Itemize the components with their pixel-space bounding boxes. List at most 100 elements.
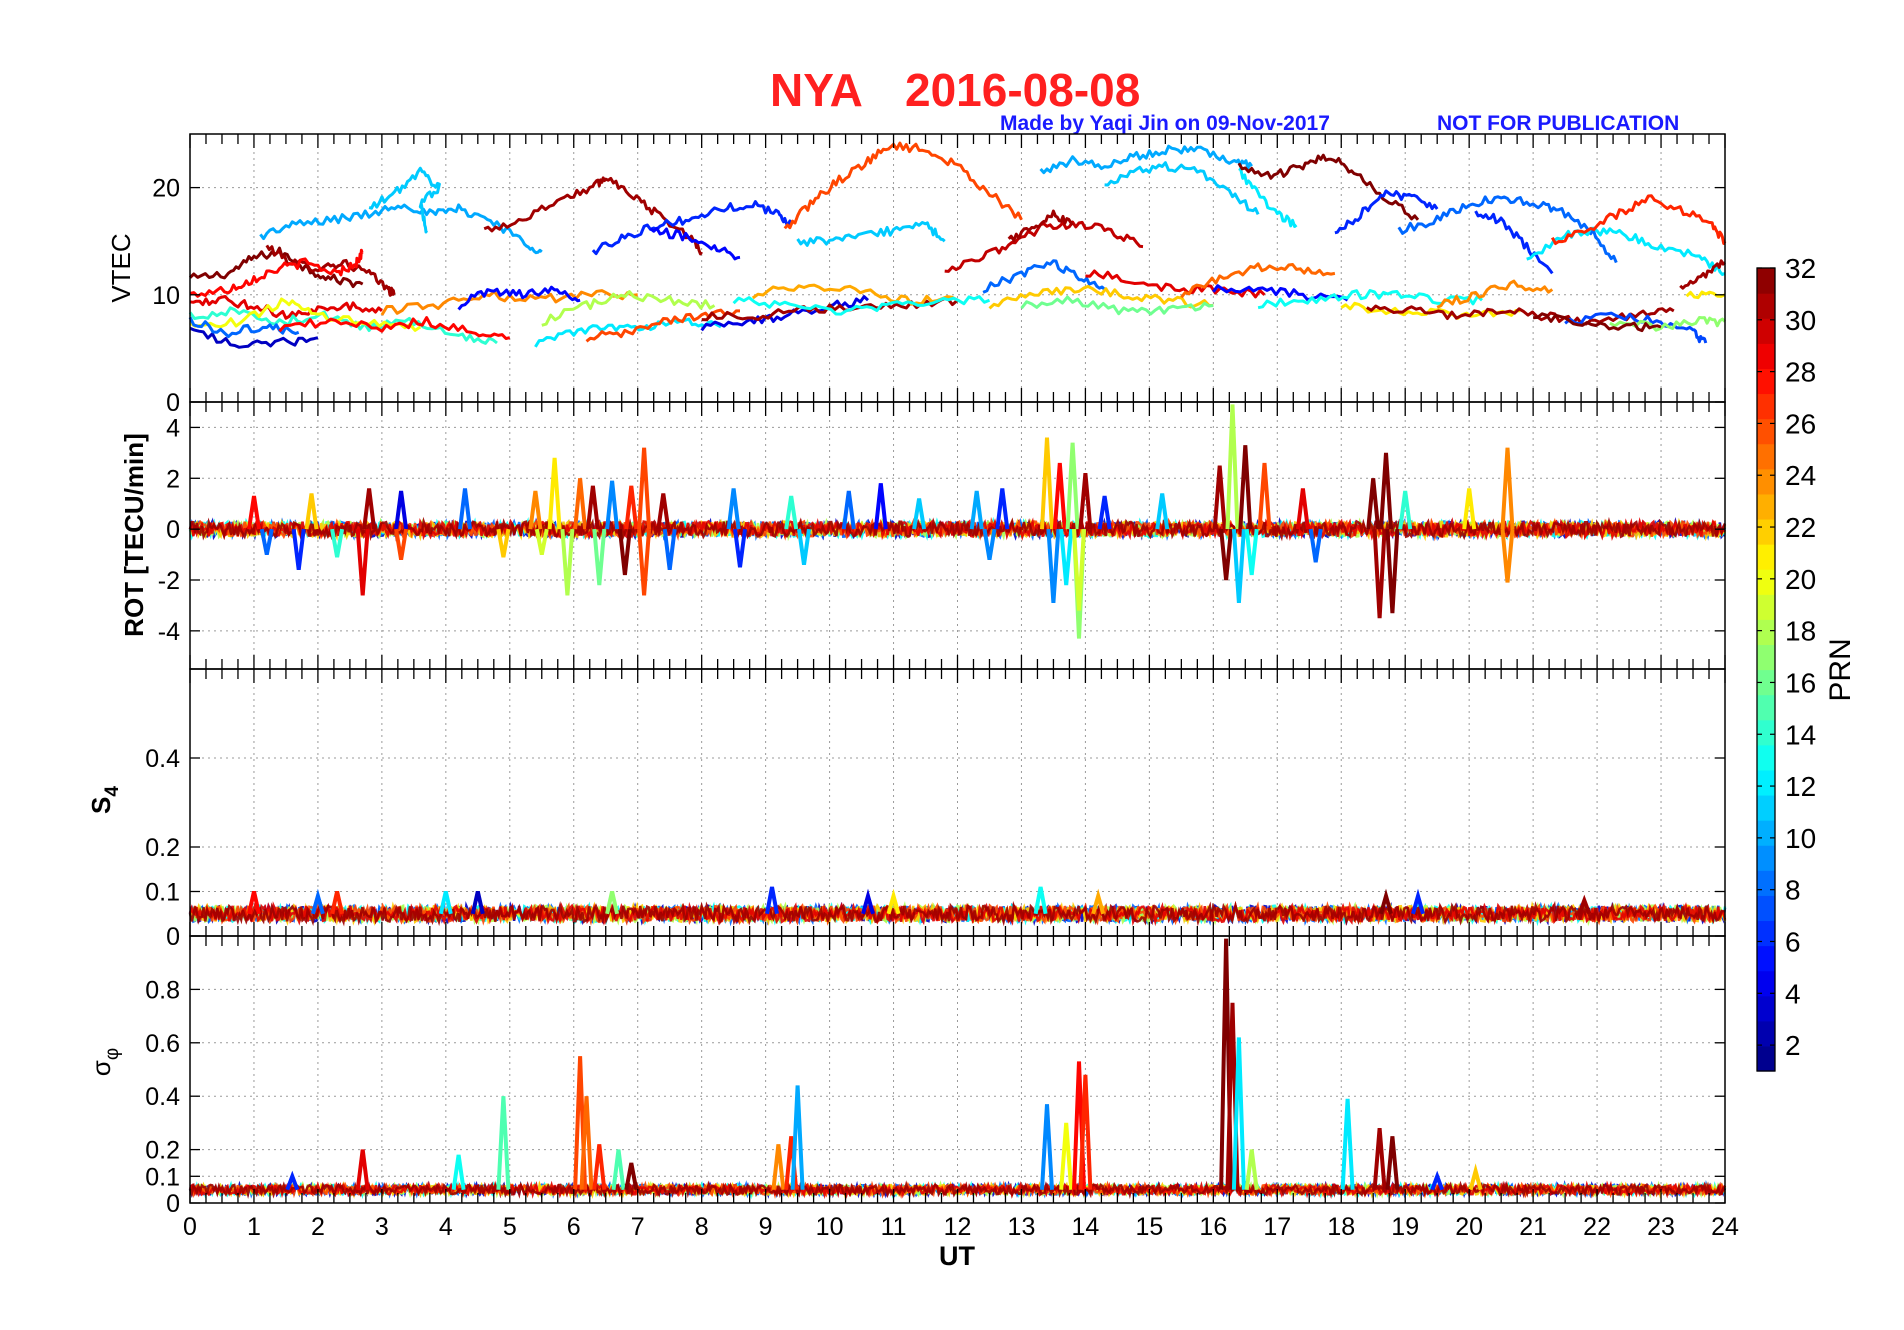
y-tick-label: 0.4	[145, 1083, 180, 1111]
spike-prn9	[1040, 1104, 1054, 1190]
y-tick-label: 0.4	[145, 745, 180, 773]
x-tick-label: 2	[311, 1213, 325, 1241]
colorbar-tick-label: 20	[1785, 564, 1816, 595]
colorbar-segment	[1757, 820, 1775, 846]
colorbar-tick-label: 24	[1785, 460, 1816, 491]
sigma-phi-panel: 00.10.2 0.4 0.6 0.8 σφ	[86, 935, 1727, 1218]
colorbar-segment	[1757, 870, 1775, 896]
colorbar-tick-label: 2	[1785, 1030, 1801, 1061]
sigma_phi-y-label-main: σ	[86, 1060, 116, 1076]
spike-prn18	[1225, 404, 1240, 530]
spike-prn26	[1257, 462, 1272, 530]
x-tick-label: 13	[1008, 1213, 1036, 1241]
y-tick-label: 0.8	[145, 976, 180, 1004]
x-tick-label: 24	[1711, 1213, 1739, 1241]
spike-prn11	[1231, 528, 1246, 604]
vtec-series-prn6	[591, 200, 793, 256]
s4-y-label: S4	[86, 786, 123, 814]
colorbar-segment	[1757, 443, 1775, 470]
colorbar-segment	[1757, 368, 1775, 395]
x-tick-label: 14	[1072, 1213, 1100, 1241]
colorbar-tick-label: 8	[1785, 875, 1801, 906]
x-tick-label: 11	[881, 1213, 907, 1241]
spike-prn31	[1372, 528, 1387, 619]
x-tick-label: 1	[247, 1213, 261, 1241]
x-tick-label: 9	[759, 1213, 773, 1241]
vtec-series-prn31	[1679, 259, 1726, 290]
credit-notice: NOT FOR PUBLICATION	[1437, 112, 1679, 135]
colorbar-segment	[1757, 518, 1775, 545]
colorbar-segment	[1757, 619, 1775, 646]
spike-prn31	[1078, 473, 1093, 530]
spike-prn9	[1046, 528, 1061, 604]
colorbar-segment	[1757, 744, 1775, 771]
spike-prn31	[1212, 465, 1227, 530]
x-tick-label: 20	[1455, 1213, 1483, 1241]
x-axis-label: UT	[939, 1241, 975, 1271]
colorbar-segment	[1757, 1020, 1775, 1047]
colorbar-segment	[1757, 1045, 1775, 1072]
spike-prn26	[637, 447, 652, 530]
colorbar-tick-label: 26	[1785, 408, 1816, 439]
vtec-series-prn11	[1104, 161, 1260, 216]
x-tick-label: 6	[567, 1213, 581, 1241]
spike-prn17	[1065, 442, 1080, 530]
y-tick-label: 0.2	[145, 1137, 180, 1165]
y-tick-label: 0.1	[145, 879, 180, 907]
colorbar-tick-label: 30	[1785, 305, 1816, 336]
credit-author: Made by Yaqi Jin on 09-Nov-2017	[1000, 112, 1330, 135]
y-tick-label: 0	[166, 516, 180, 544]
vtec-series-prn6	[1474, 210, 1554, 275]
x-tick-label: 12	[944, 1213, 972, 1241]
sigma_phi-y-label: σφ	[86, 1048, 123, 1076]
spike-prn32	[1238, 445, 1253, 530]
spike-prn32	[1379, 452, 1393, 530]
y-tick-label: 2	[166, 465, 180, 493]
rot-y-label: ROT [TECU/min]	[119, 433, 149, 637]
x-tick-label: 22	[1583, 1213, 1611, 1241]
y-tick-label: 0	[166, 389, 180, 417]
colorbar-tick-label: 10	[1785, 823, 1816, 854]
colorbar-tick-label: 16	[1785, 667, 1816, 698]
colorbar-tick-label: 4	[1785, 978, 1801, 1009]
x-tick-label: 19	[1391, 1213, 1419, 1241]
colorbar-segment	[1757, 293, 1775, 319]
colorbar-segment	[1757, 995, 1775, 1022]
colorbar-tick-label: 18	[1785, 616, 1816, 647]
colorbar-tick-label: 22	[1785, 512, 1816, 543]
y-tick-label: -2	[158, 567, 180, 595]
y-tick-label: 0.1	[145, 1163, 180, 1191]
colorbar-segment	[1757, 569, 1775, 595]
y-tick-label: 10	[152, 282, 180, 310]
sigma_phi-data	[188, 938, 1727, 1200]
colorbar-tick-label: 32	[1785, 253, 1816, 284]
x-tick-label: 3	[375, 1213, 389, 1241]
x-tick-label: 17	[1263, 1213, 1291, 1241]
x-tick-label: 4	[439, 1213, 453, 1241]
vtec-series-prn11	[368, 166, 441, 234]
vtec-y-label: VTEC	[106, 233, 136, 302]
vtec-series-prn6	[1334, 189, 1439, 235]
colorbar-segment	[1757, 343, 1775, 369]
colorbar-segment	[1757, 794, 1775, 821]
spike-prn20	[1059, 1122, 1074, 1190]
colorbar-segment	[1757, 945, 1775, 972]
title-date: 2016-08-08	[905, 64, 1140, 116]
colorbar-segment	[1757, 268, 1775, 294]
spike-prn18	[560, 528, 575, 596]
colorbar-segment	[1757, 920, 1775, 947]
colorbar-segment	[1757, 895, 1775, 922]
spike-prn28	[1052, 462, 1067, 530]
spike-prn22	[1040, 437, 1054, 530]
x-tick-label: 21	[1519, 1213, 1547, 1241]
rot-panel: -4 -2 0 2 4 ROT [TECU/min]	[119, 401, 1727, 670]
colorbar-segment	[1757, 694, 1775, 721]
x-tick-label: 16	[1199, 1213, 1227, 1241]
y-tick-label: 0	[166, 1190, 180, 1218]
colorbar-segment	[1757, 970, 1775, 997]
spike-prn32	[1385, 528, 1400, 614]
spike-prn31	[1372, 1128, 1387, 1190]
colorbar-tick-label: 12	[1785, 771, 1816, 802]
colorbar-segment	[1757, 769, 1775, 796]
title-station: NYA	[770, 64, 863, 116]
